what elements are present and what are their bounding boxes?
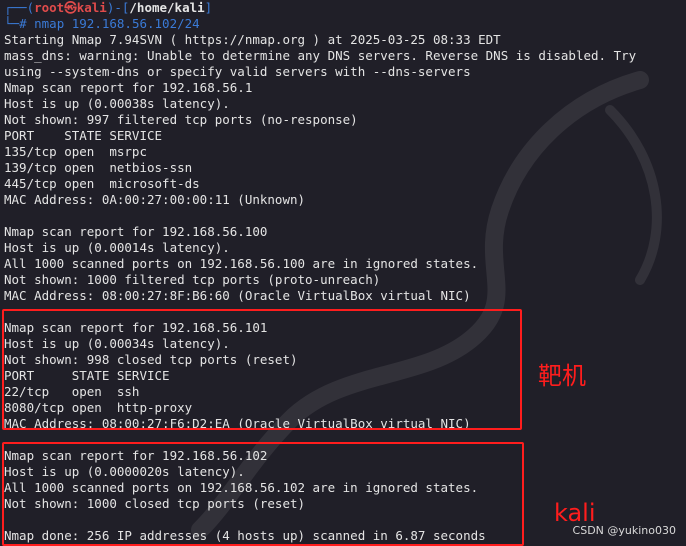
output-line: MAC Address: 0A:00:27:00:00:11 (Unknown) bbox=[4, 192, 306, 207]
output-line: Nmap scan report for 192.168.56.100 bbox=[4, 224, 268, 239]
terminal-window[interactable]: ┌──(root㉿kali)-[/home/kali] └─# nmap 192… bbox=[0, 0, 686, 546]
output-line: PORT STATE SERVICE bbox=[4, 128, 163, 143]
output-line: MAC Address: 08:00:27:F6:D2:EA (Oracle V… bbox=[4, 416, 471, 431]
output-line: mass_dns: warning: Unable to determine a… bbox=[4, 48, 637, 63]
prompt-line-2: └─# nmap 192.168.56.102/24 bbox=[4, 16, 200, 31]
output-line: Starting Nmap 7.94SVN ( https://nmap.org… bbox=[4, 32, 501, 47]
output-line: Host is up (0.00038s latency). bbox=[4, 96, 230, 111]
prompt-path: /home/kali bbox=[129, 0, 205, 15]
output-line: All 1000 scanned ports on 192.168.56.102… bbox=[4, 480, 479, 495]
output-line: All 1000 scanned ports on 192.168.56.100… bbox=[4, 256, 479, 271]
prompt-hash: # bbox=[19, 16, 27, 31]
prompt-line-1: ┌──(root㉿kali)-[/home/kali] bbox=[4, 0, 213, 15]
output-line: Nmap scan report for 192.168.56.1 bbox=[4, 80, 253, 95]
output-line: Not shown: 997 filtered tcp ports (no-re… bbox=[4, 112, 358, 127]
output-line: Host is up (0.00014s latency). bbox=[4, 240, 230, 255]
output-line: 445/tcp open microsoft-ds bbox=[4, 176, 200, 191]
output-line: Nmap done: 256 IP addresses (4 hosts up)… bbox=[4, 528, 486, 543]
output-line: Not shown: 1000 closed tcp ports (reset) bbox=[4, 496, 306, 511]
output-line: Nmap scan report for 192.168.56.102 bbox=[4, 448, 268, 463]
output-line: 135/tcp open msrpc bbox=[4, 144, 147, 159]
output-line: using --system-dns or specify valid serv… bbox=[4, 64, 471, 79]
csdn-watermark-credit: CSDN @yukino030 bbox=[572, 524, 676, 537]
prompt-user: root㉿kali bbox=[34, 0, 107, 15]
command-text: nmap 192.168.56.102/24 bbox=[26, 16, 200, 31]
output-line: Not shown: 1000 filtered tcp ports (prot… bbox=[4, 272, 381, 287]
output-line: Nmap scan report for 192.168.56.101 bbox=[4, 320, 268, 335]
output-line: MAC Address: 08:00:27:8F:B6:60 (Oracle V… bbox=[4, 288, 471, 303]
output-line: Not shown: 998 closed tcp ports (reset) bbox=[4, 352, 298, 367]
output-line: 22/tcp open ssh bbox=[4, 384, 140, 399]
target-machine-annotation: 靶机 bbox=[538, 362, 586, 390]
output-line: 8080/tcp open http-proxy bbox=[4, 400, 193, 415]
output-line: Host is up (0.0000020s latency). bbox=[4, 464, 245, 479]
output-line: 139/tcp open netbios-ssn bbox=[4, 160, 193, 175]
output-line: PORT STATE SERVICE bbox=[4, 368, 170, 383]
output-line: Host is up (0.00034s latency). bbox=[4, 336, 230, 351]
